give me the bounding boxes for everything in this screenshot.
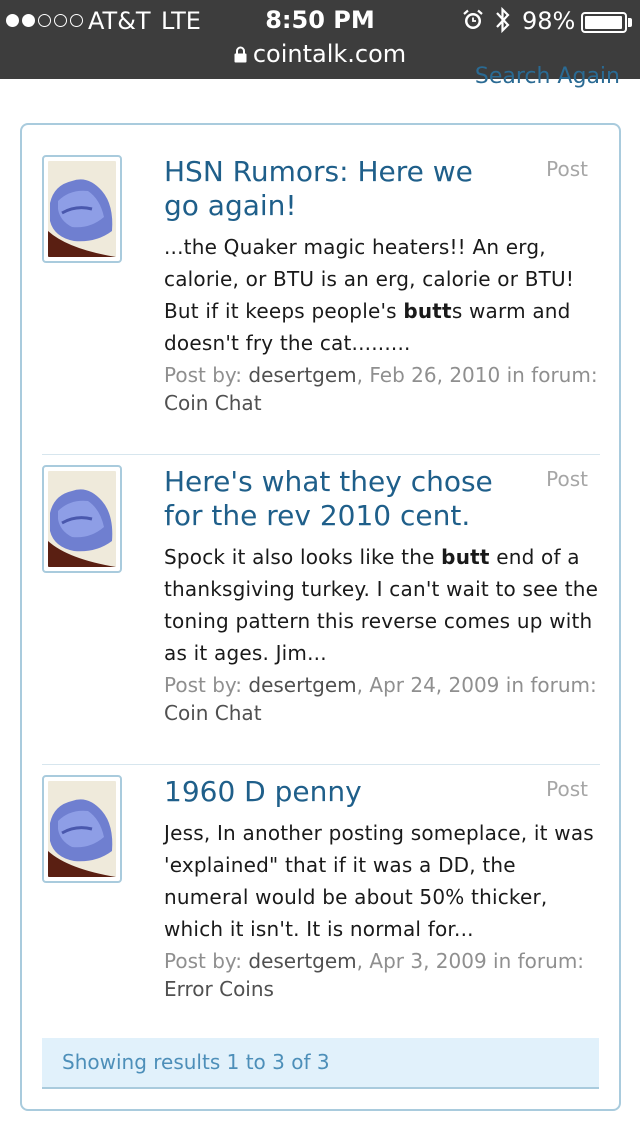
- author-link[interactable]: desertgem: [248, 363, 356, 387]
- result-meta: Post by: desertgem, Apr 3, 2009 in forum…: [164, 949, 585, 1001]
- highlight: butt: [441, 545, 490, 569]
- avatar-image: [48, 781, 116, 877]
- post-date: Feb 26, 2010: [369, 363, 501, 387]
- forum-link[interactable]: Error Coins: [164, 977, 274, 1001]
- result-item[interactable]: Here's what they chose for the rev 2010 …: [42, 465, 600, 765]
- battery-icon: [581, 12, 627, 33]
- bluetooth-icon: [496, 6, 510, 34]
- avatar-image: [48, 471, 116, 567]
- result-snippet: Spock it also looks like the butt end of…: [164, 545, 599, 665]
- avatar[interactable]: [42, 155, 122, 263]
- results-count: Showing results 1 to 3 of 3: [42, 1038, 599, 1089]
- result-meta: Post by: desertgem, Apr 24, 2009 in foru…: [164, 673, 597, 725]
- result-item[interactable]: HSN Rumors: Here we go again! Post ...th…: [42, 155, 600, 455]
- avatar[interactable]: [42, 775, 122, 883]
- result-type: Post: [546, 157, 588, 181]
- lock-icon: [234, 46, 247, 63]
- battery-percent: 98%: [522, 7, 576, 35]
- result-meta: Post by: desertgem, Feb 26, 2010 in foru…: [164, 363, 598, 415]
- avatar-image: [48, 161, 116, 257]
- avatar[interactable]: [42, 465, 122, 573]
- url-text: cointalk.com: [252, 40, 407, 68]
- search-results-panel: HSN Rumors: Here we go again! Post ...th…: [20, 123, 621, 1111]
- post-date: Apr 24, 2009: [369, 673, 500, 697]
- alarm-clock-icon: [463, 9, 483, 29]
- result-type: Post: [546, 777, 588, 801]
- forum-link[interactable]: Coin Chat: [164, 391, 262, 415]
- search-again-link[interactable]: Search Again: [475, 64, 620, 89]
- result-title-link[interactable]: 1960 D penny: [164, 775, 514, 809]
- result-type: Post: [546, 467, 588, 491]
- author-link[interactable]: desertgem: [248, 673, 356, 697]
- forum-link[interactable]: Coin Chat: [164, 701, 262, 725]
- result-title-link[interactable]: Here's what they chose for the rev 2010 …: [164, 465, 514, 533]
- result-snippet: Jess, In another posting someplace, it w…: [164, 821, 594, 941]
- author-link[interactable]: desertgem: [248, 949, 356, 973]
- post-date: Apr 3, 2009: [369, 949, 487, 973]
- result-title-link[interactable]: HSN Rumors: Here we go again!: [164, 155, 514, 223]
- highlight: butt: [403, 299, 452, 323]
- result-snippet: ...the Quaker magic heaters!! An erg, ca…: [164, 235, 575, 355]
- result-item[interactable]: 1960 D penny Post Jess, In another posti…: [42, 775, 600, 1015]
